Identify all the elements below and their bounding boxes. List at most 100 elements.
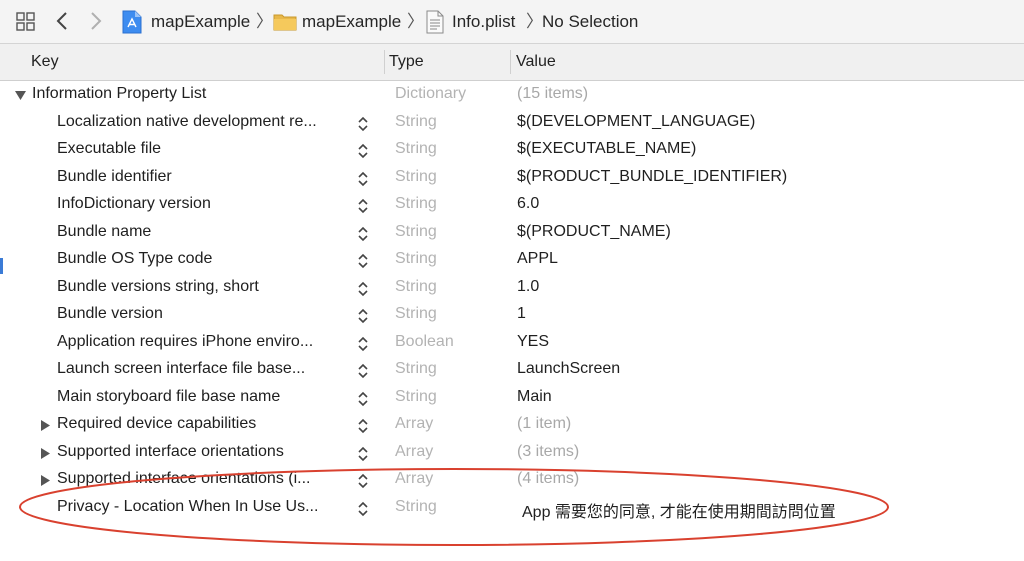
table-row[interactable]: Executable file String $(EXECUTABLE_NAME… — [0, 136, 1024, 164]
row-key: Supported interface orientations — [57, 442, 284, 460]
row-key: Launch screen interface file base... — [57, 360, 306, 377]
jump-bar: mapExample 〉 mapExample 〉 Info.plist 〉 N… — [0, 0, 1024, 44]
header-type[interactable]: Type — [389, 53, 424, 71]
forward-chevron-icon[interactable] — [88, 10, 104, 32]
row-key: Bundle OS Type code — [57, 250, 213, 267]
row-value[interactable]: $(PRODUCT_NAME) — [517, 223, 671, 241]
table-row[interactable]: Bundle version String 1 — [0, 301, 1024, 329]
type-stepper-icon[interactable] — [356, 170, 370, 188]
header-value[interactable]: Value — [516, 53, 556, 71]
table-row[interactable]: Bundle name String $(PRODUCT_NAME) — [0, 219, 1024, 247]
row-value[interactable]: APPL — [517, 250, 558, 268]
row-type: Dictionary — [395, 85, 467, 102]
row-key: Application requires iPhone enviro... — [57, 332, 314, 350]
type-stepper-icon[interactable] — [356, 417, 370, 435]
breadcrumb-selection[interactable]: No Selection — [542, 11, 638, 33]
row-type: Array — [395, 442, 434, 460]
row-type: String — [395, 195, 437, 212]
row-key: Main storyboard file base name — [57, 387, 281, 405]
type-stepper-icon[interactable] — [356, 115, 370, 133]
row-key: Bundle identifier — [57, 167, 172, 185]
back-chevron-icon[interactable] — [54, 10, 70, 32]
table-row[interactable]: Bundle OS Type code String APPL — [0, 246, 1024, 274]
row-type: String — [395, 305, 437, 322]
column-divider[interactable] — [384, 50, 385, 74]
table-row[interactable]: Supported interface orientations (i... A… — [0, 466, 1024, 494]
disclosure-collapsed-icon[interactable] — [40, 475, 51, 486]
disclosure-expanded-icon[interactable] — [15, 90, 26, 101]
header-key[interactable]: Key — [31, 53, 59, 71]
type-stepper-icon[interactable] — [356, 362, 370, 380]
table-row-privacy-location[interactable]: Privacy - Location When In Use Us... Str… — [0, 494, 1024, 522]
row-type: Boolean — [395, 332, 454, 350]
row-value: (4 items) — [517, 470, 580, 487]
table-row[interactable]: Main storyboard file base name String Ma… — [0, 384, 1024, 412]
table-row[interactable]: Application requires iPhone enviro... Bo… — [0, 329, 1024, 357]
row-value[interactable]: $(PRODUCT_BUNDLE_IDENTIFIER) — [517, 168, 787, 186]
row-key: Bundle versions string, short — [57, 277, 259, 295]
table-row[interactable]: InfoDictionary version String 6.0 — [0, 191, 1024, 219]
row-type: String — [395, 497, 437, 515]
row-value[interactable]: 1.0 — [517, 278, 539, 296]
table-row-root[interactable]: Information Property List Dictionary (15… — [0, 81, 1024, 109]
breadcrumb-separator-icon: 〉 — [526, 12, 543, 31]
row-key: Required device capabilities — [57, 415, 257, 432]
row-key: InfoDictionary version — [57, 195, 211, 212]
breadcrumb-project[interactable]: mapExample — [151, 11, 250, 33]
row-type: String — [395, 360, 437, 377]
table-row[interactable]: Supported interface orientations Array (… — [0, 439, 1024, 467]
table-row[interactable]: Launch screen interface file base... Str… — [0, 356, 1024, 384]
type-stepper-icon[interactable] — [356, 335, 370, 353]
table-row[interactable]: Localization native development re... St… — [0, 109, 1024, 137]
row-type: String — [395, 167, 437, 185]
row-value[interactable]: 1 — [517, 305, 526, 323]
row-type: String — [395, 112, 437, 130]
type-stepper-icon[interactable] — [356, 307, 370, 325]
row-type: String — [395, 387, 437, 405]
row-key: Bundle name — [57, 222, 152, 240]
table-row[interactable]: Required device capabilities Array (1 it… — [0, 411, 1024, 439]
row-value[interactable]: $(EXECUTABLE_NAME) — [517, 140, 696, 158]
related-items-grid-icon[interactable] — [16, 12, 36, 32]
table-row[interactable]: Bundle identifier String $(PRODUCT_BUNDL… — [0, 164, 1024, 192]
row-key: Localization native development re... — [57, 112, 317, 130]
column-divider[interactable] — [510, 50, 511, 74]
row-key: Supported interface orientations (i... — [57, 470, 311, 487]
row-value[interactable]: 6.0 — [517, 195, 539, 213]
breadcrumb-file[interactable]: Info.plist — [452, 11, 515, 33]
row-key: Privacy - Location When In Use Us... — [57, 497, 319, 515]
table-row[interactable]: Bundle versions string, short String 1.0 — [0, 274, 1024, 302]
row-value: (15 items) — [517, 85, 589, 102]
row-value[interactable]: YES — [517, 333, 549, 351]
disclosure-collapsed-icon[interactable] — [40, 420, 51, 431]
row-value[interactable]: $(DEVELOPMENT_LANGUAGE) — [517, 113, 755, 131]
app-project-icon — [122, 10, 142, 34]
plist-file-icon — [426, 10, 444, 34]
row-value[interactable]: Main — [517, 388, 552, 406]
row-value[interactable]: App 需要您的同意, 才能在使用期間訪問位置 — [522, 498, 836, 522]
row-key: Executable file — [57, 140, 162, 157]
row-value: (1 item) — [517, 415, 572, 432]
row-type: Array — [395, 415, 434, 432]
type-stepper-icon[interactable] — [356, 280, 370, 298]
row-type: String — [395, 277, 437, 295]
breadcrumb-separator-icon: 〉 — [407, 12, 424, 31]
breadcrumb-separator-icon: 〉 — [256, 12, 273, 31]
type-stepper-icon[interactable] — [356, 252, 370, 270]
row-value[interactable]: LaunchScreen — [517, 360, 620, 378]
row-key: Bundle version — [57, 305, 163, 322]
type-stepper-icon[interactable] — [356, 472, 370, 490]
row-type: String — [395, 140, 437, 157]
type-stepper-icon[interactable] — [356, 500, 370, 518]
row-type: Array — [395, 470, 434, 487]
row-type: String — [395, 222, 437, 240]
breadcrumb-group[interactable]: mapExample — [302, 11, 401, 33]
type-stepper-icon[interactable] — [356, 390, 370, 408]
type-stepper-icon[interactable] — [356, 142, 370, 160]
type-stepper-icon[interactable] — [356, 197, 370, 215]
row-key: Information Property List — [32, 85, 207, 102]
folder-icon — [273, 14, 297, 31]
disclosure-collapsed-icon[interactable] — [40, 447, 51, 459]
type-stepper-icon[interactable] — [356, 225, 370, 243]
type-stepper-icon[interactable] — [356, 445, 370, 463]
